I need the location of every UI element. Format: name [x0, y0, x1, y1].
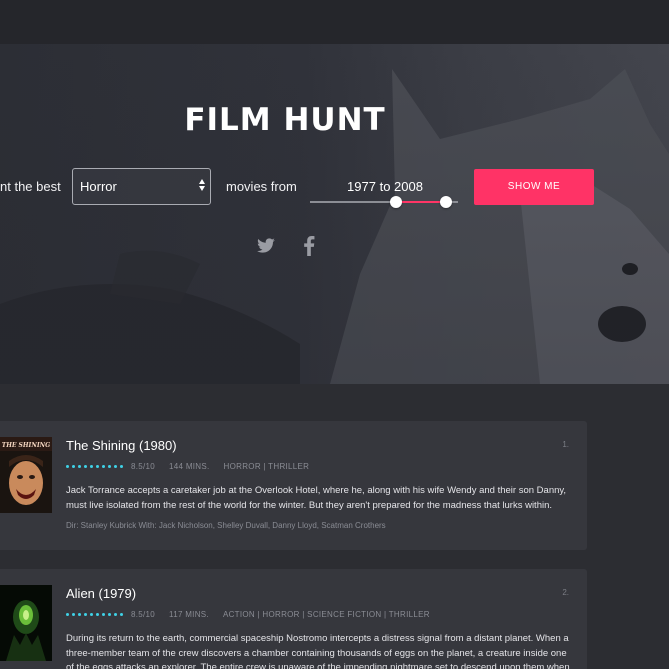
- movies-from-label: movies from: [226, 179, 297, 194]
- movie-plot: During its return to the earth, commerci…: [66, 633, 570, 669]
- movie-rank: 1.: [562, 440, 569, 449]
- movie-title[interactable]: Alien (1979): [66, 586, 136, 601]
- genre-select-value: Horror: [80, 179, 117, 194]
- slider-selected-range: [395, 201, 447, 203]
- slider-thumb-end-year[interactable]: [440, 196, 453, 208]
- facebook-icon[interactable]: [303, 236, 315, 256]
- movie-length: 144 MINS.: [169, 461, 210, 471]
- movie-meta: 8.5/10 144 MINS. HORROR | THRILLER: [66, 461, 309, 471]
- movie-poster-image: THE SHINING: [0, 437, 52, 513]
- movie-rating: 8.5/10: [131, 609, 156, 619]
- movie-plot: Jack Torrance accepts a caretaker job at…: [66, 485, 567, 511]
- hero-overlay: [0, 44, 669, 384]
- movie-length: 117 MINS.: [169, 609, 209, 619]
- movie-card[interactable]: Alien (1979) 2. 8.5/10 117 MINS. ACTION …: [0, 569, 587, 669]
- twitter-icon[interactable]: [256, 238, 276, 254]
- movie-credits: Dir: Stanley Kubrick With: Jack Nicholso…: [66, 521, 386, 530]
- year-range-label: 1977 to 2008: [347, 179, 423, 194]
- genre-select[interactable]: Horror: [72, 168, 211, 205]
- movie-rating: 8.5/10: [131, 461, 156, 471]
- top-bar: [0, 0, 669, 44]
- poster-title-text: THE SHINING: [2, 442, 51, 449]
- slider-thumb-start-year[interactable]: [389, 196, 402, 208]
- movie-genres: HORROR | THRILLER: [223, 461, 310, 471]
- search-lead-text: nt the best: [0, 179, 61, 194]
- movie-card[interactable]: THE SHINING The Shining (1980) 1. 8.5/10…: [0, 421, 587, 550]
- movie-title[interactable]: The Shining (1980): [66, 438, 177, 453]
- movie-poster-image: [0, 585, 52, 661]
- rating-dots-icon: [66, 464, 123, 468]
- select-arrows-icon: [199, 179, 205, 191]
- page-title: FILM HUNT: [184, 102, 386, 138]
- movie-meta: 8.5/10 117 MINS. ACTION | HORROR | SCIEN…: [66, 609, 430, 619]
- show-me-button[interactable]: SHOW ME: [474, 169, 594, 205]
- rating-dots-icon: [66, 612, 123, 616]
- movie-genres: ACTION | HORROR | SCIENCE FICTION | THRI…: [222, 609, 430, 619]
- year-range-slider[interactable]: [310, 195, 458, 209]
- hero-banner: [0, 44, 669, 384]
- movie-rank: 2.: [562, 588, 569, 597]
